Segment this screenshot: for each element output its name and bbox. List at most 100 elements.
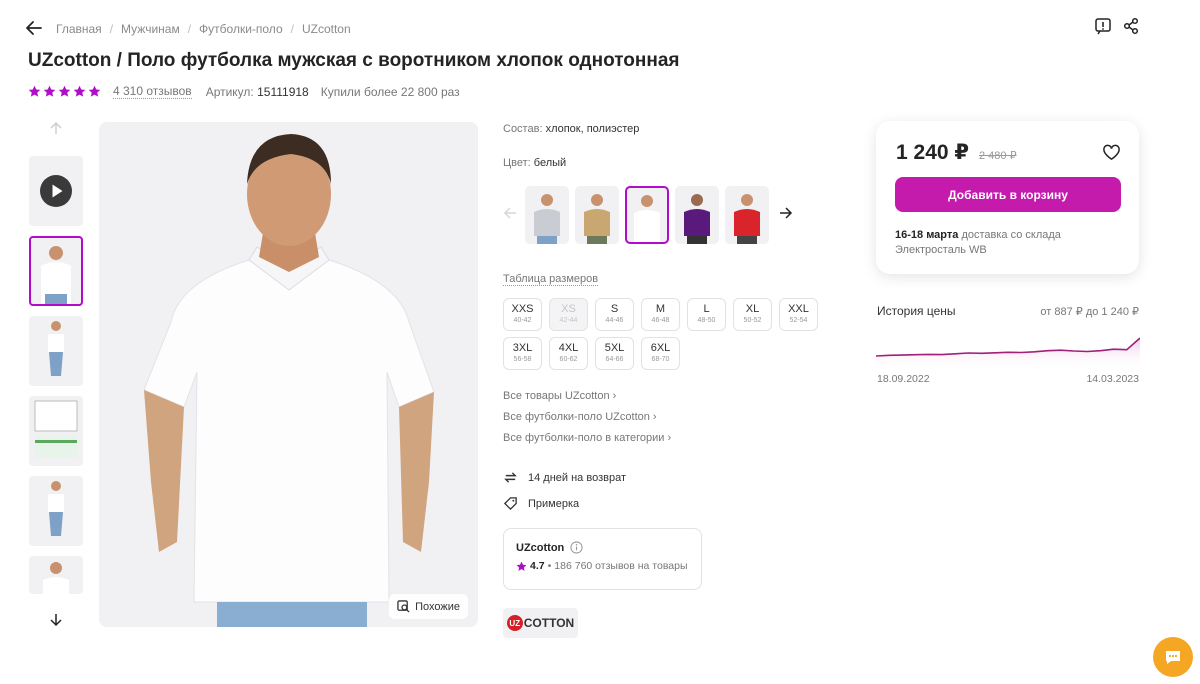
similar-button[interactable]: Похожие [389, 594, 468, 619]
thumbs-down-arrow-icon[interactable] [28, 610, 84, 630]
star-icon [516, 561, 527, 571]
price-history-to: 14.03.2023 [1086, 373, 1139, 385]
thumbnail-front[interactable] [29, 236, 83, 306]
thumbnail-back[interactable] [29, 556, 83, 594]
color-swatch-white[interactable] [625, 186, 669, 244]
delivery-text: доставка со склада [961, 229, 1061, 241]
size-name: L [703, 303, 710, 315]
old-price: 2 480 ₽ [979, 150, 1017, 162]
size-range: 60-62 [559, 356, 578, 363]
size-name: M [655, 303, 666, 315]
thumbnail-size-chart[interactable] [29, 396, 83, 466]
play-icon [40, 175, 72, 207]
price-history-title: История цены [877, 304, 956, 318]
thumbnail-video[interactable] [29, 156, 83, 226]
seller-name-row: UZcotton [516, 541, 689, 554]
composition-value: хлопок, полиэстер [545, 123, 640, 135]
breadcrumb-men[interactable]: Мужчинам [121, 22, 180, 36]
star-icon [73, 85, 86, 97]
size-name: S [610, 303, 619, 315]
size-table-link[interactable]: Таблица размеров [503, 273, 599, 286]
breadcrumb-polo[interactable]: Футболки-поло [199, 22, 283, 36]
size-name: XS [561, 303, 576, 315]
back-arrow-icon[interactable] [24, 18, 44, 38]
similar-label: Похожие [415, 600, 460, 613]
star-icon [43, 85, 56, 97]
colors-prev-arrow-icon[interactable] [503, 206, 519, 225]
size-option[interactable]: XXL 52-54 [779, 298, 818, 331]
delivery-city: Электросталь WB [895, 244, 987, 256]
share-icon[interactable] [1122, 17, 1140, 35]
seller-name: UZcotton [516, 541, 565, 554]
size-range: 46-48 [651, 317, 670, 324]
price-history-chart[interactable] [876, 330, 1140, 370]
size-range: 68-70 [651, 356, 670, 363]
perk-return: 14 дней на возврат [503, 470, 626, 485]
breadcrumb-home[interactable]: Главная [56, 22, 102, 36]
color-swatch-beige[interactable] [575, 186, 619, 244]
breadcrumb-separator: / [109, 22, 114, 36]
return-icon [504, 472, 517, 483]
composition-label: Состав: [503, 123, 543, 135]
link-all-brand[interactable]: Все товары UZcotton › [503, 390, 671, 402]
color-swatch-purple[interactable] [675, 186, 719, 244]
article-value: 15111918 [257, 84, 309, 99]
color-swatch-grey[interactable] [525, 186, 569, 244]
price-history-from: 18.09.2022 [877, 373, 930, 385]
favorite-heart-icon[interactable] [1102, 143, 1121, 162]
size-range: 42-44 [559, 317, 578, 324]
size-selector: XXS 40-42 XS 42-44 S 44-46 M 46-48 L 48-50 XL… [503, 298, 833, 370]
star-icon [28, 85, 41, 97]
thumbnail-column [28, 118, 84, 638]
brand-logo[interactable]: UZ COTTON [503, 608, 578, 638]
colors-next-arrow-icon[interactable] [779, 206, 795, 225]
thumbnail-side[interactable] [29, 476, 83, 546]
seller-stats: 4.7 • 186 760 отзывов на товары [516, 560, 689, 572]
link-brand-polo[interactable]: Все футболки-поло UZcotton › [503, 411, 671, 423]
link-category-polo[interactable]: Все футболки-поло в категории › [503, 432, 671, 444]
perk-return-label: 14 дней на возврат [528, 471, 626, 484]
size-option[interactable]: 6XL 68-70 [641, 337, 680, 370]
reviews-link[interactable]: 4 310 отзывов [113, 84, 192, 99]
size-option[interactable]: S 44-46 [595, 298, 634, 331]
size-option[interactable]: XL 50-52 [733, 298, 772, 331]
seller-dot: • [547, 560, 552, 572]
rating-row: 4 310 отзывов Артикул: 15111918 Купили б… [28, 84, 460, 99]
breadcrumb-brand[interactable]: UZcotton [302, 22, 351, 36]
link-all-brand-label: Все товары UZcotton [503, 390, 610, 402]
thumbnail-fullbody[interactable] [29, 316, 83, 386]
seller-card[interactable]: UZcotton 4.7 • 186 760 отзывов на товары [503, 528, 702, 590]
size-option: XS 42-44 [549, 298, 588, 331]
report-icon[interactable] [1094, 17, 1112, 35]
product-photo [99, 122, 478, 627]
star-icon [88, 85, 101, 97]
similar-search-icon [397, 600, 410, 613]
size-option[interactable]: M 46-48 [641, 298, 680, 331]
size-option[interactable]: 5XL 64-66 [595, 337, 634, 370]
article-label: Артикул: [205, 84, 254, 99]
size-option[interactable]: 3XL 56-58 [503, 337, 542, 370]
info-icon[interactable] [570, 541, 583, 554]
rating-stars [28, 85, 101, 98]
thumbs-up-arrow-icon[interactable] [28, 118, 84, 138]
size-option[interactable]: L 48-50 [687, 298, 726, 331]
add-to-cart-button[interactable]: Добавить в корзину [895, 177, 1121, 212]
price-card: 1 240 ₽ 2 480 ₽ Добавить в корзину 16-18… [876, 121, 1139, 274]
top-actions [1094, 17, 1140, 35]
perks: 14 дней на возврат Примерка [503, 470, 626, 511]
main-product-image[interactable]: Похожие [99, 122, 478, 627]
size-range: 56-58 [513, 356, 532, 363]
link-category-polo-label: Все футболки-поло в категории [503, 432, 665, 444]
breadcrumb-separator: / [187, 22, 192, 36]
color-swatch-red[interactable] [725, 186, 769, 244]
size-option[interactable]: 4XL 60-62 [549, 337, 588, 370]
size-option[interactable]: XXS 40-42 [503, 298, 542, 331]
chat-button[interactable] [1153, 637, 1193, 677]
size-name: 4XL [558, 342, 579, 354]
star-icon [58, 85, 71, 97]
brand-logo-mark: UZ [506, 615, 523, 631]
bought-count: Купили более 22 800 раз [320, 84, 460, 99]
size-name: 6XL [650, 342, 671, 354]
size-name: XXS [511, 303, 534, 315]
size-range: 52-54 [789, 317, 808, 324]
